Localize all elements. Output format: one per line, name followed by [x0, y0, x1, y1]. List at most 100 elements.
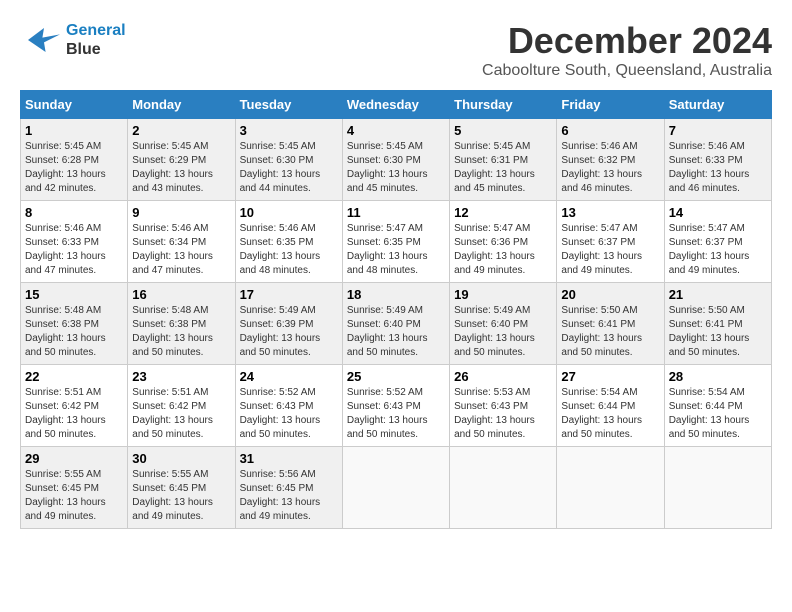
calendar-cell — [342, 447, 449, 529]
day-number: 13 — [561, 205, 659, 220]
day-number: 7 — [669, 123, 767, 138]
weekday-header: Saturday — [664, 91, 771, 119]
sunrise-label: Sunrise: 5:54 AM — [561, 387, 637, 398]
month-title: December 2024 — [482, 20, 772, 62]
sunrise-label: Sunrise: 5:47 AM — [669, 223, 745, 234]
day-info: Sunrise: 5:51 AM Sunset: 6:42 PM Dayligh… — [25, 386, 123, 442]
sunset-label: Sunset: 6:40 PM — [347, 319, 421, 330]
calendar-week-row: 22 Sunrise: 5:51 AM Sunset: 6:42 PM Dayl… — [21, 365, 772, 447]
location-title: Caboolture South, Queensland, Australia — [482, 62, 772, 80]
sunset-label: Sunset: 6:43 PM — [347, 401, 421, 412]
calendar-cell: 1 Sunrise: 5:45 AM Sunset: 6:28 PM Dayli… — [21, 119, 128, 201]
calendar-cell: 27 Sunrise: 5:54 AM Sunset: 6:44 PM Dayl… — [557, 365, 664, 447]
daylight-label: Daylight: 13 hours and 46 minutes. — [561, 169, 642, 194]
day-info: Sunrise: 5:47 AM Sunset: 6:35 PM Dayligh… — [347, 222, 445, 278]
day-info: Sunrise: 5:46 AM Sunset: 6:33 PM Dayligh… — [669, 140, 767, 196]
day-number: 24 — [240, 369, 338, 384]
day-info: Sunrise: 5:48 AM Sunset: 6:38 PM Dayligh… — [132, 304, 230, 360]
daylight-label: Daylight: 13 hours and 50 minutes. — [347, 333, 428, 358]
sunrise-label: Sunrise: 5:54 AM — [669, 387, 745, 398]
day-number: 17 — [240, 287, 338, 302]
logo-text: General Blue — [66, 21, 126, 59]
day-number: 27 — [561, 369, 659, 384]
sunrise-label: Sunrise: 5:46 AM — [669, 141, 745, 152]
sunrise-label: Sunrise: 5:51 AM — [25, 387, 101, 398]
daylight-label: Daylight: 13 hours and 49 minutes. — [132, 497, 213, 522]
daylight-label: Daylight: 13 hours and 50 minutes. — [240, 333, 321, 358]
day-number: 23 — [132, 369, 230, 384]
sunset-label: Sunset: 6:31 PM — [454, 155, 528, 166]
day-number: 21 — [669, 287, 767, 302]
weekday-row: SundayMondayTuesdayWednesdayThursdayFrid… — [21, 91, 772, 119]
daylight-label: Daylight: 13 hours and 50 minutes. — [347, 415, 428, 440]
calendar-week-row: 1 Sunrise: 5:45 AM Sunset: 6:28 PM Dayli… — [21, 119, 772, 201]
sunrise-label: Sunrise: 5:48 AM — [132, 305, 208, 316]
sunrise-label: Sunrise: 5:51 AM — [132, 387, 208, 398]
calendar-body: 1 Sunrise: 5:45 AM Sunset: 6:28 PM Dayli… — [21, 119, 772, 529]
sunrise-label: Sunrise: 5:46 AM — [561, 141, 637, 152]
calendar-cell: 23 Sunrise: 5:51 AM Sunset: 6:42 PM Dayl… — [128, 365, 235, 447]
day-number: 31 — [240, 451, 338, 466]
day-info: Sunrise: 5:47 AM Sunset: 6:36 PM Dayligh… — [454, 222, 552, 278]
day-number: 3 — [240, 123, 338, 138]
calendar-cell: 30 Sunrise: 5:55 AM Sunset: 6:45 PM Dayl… — [128, 447, 235, 529]
calendar-cell: 25 Sunrise: 5:52 AM Sunset: 6:43 PM Dayl… — [342, 365, 449, 447]
logo: General Blue — [20, 20, 126, 60]
sunset-label: Sunset: 6:38 PM — [25, 319, 99, 330]
day-number: 29 — [25, 451, 123, 466]
sunrise-label: Sunrise: 5:49 AM — [347, 305, 423, 316]
calendar-week-row: 29 Sunrise: 5:55 AM Sunset: 6:45 PM Dayl… — [21, 447, 772, 529]
sunrise-label: Sunrise: 5:45 AM — [25, 141, 101, 152]
day-info: Sunrise: 5:46 AM Sunset: 6:34 PM Dayligh… — [132, 222, 230, 278]
day-number: 11 — [347, 205, 445, 220]
day-info: Sunrise: 5:46 AM Sunset: 6:33 PM Dayligh… — [25, 222, 123, 278]
sunrise-label: Sunrise: 5:46 AM — [240, 223, 316, 234]
sunset-label: Sunset: 6:29 PM — [132, 155, 206, 166]
calendar-cell — [557, 447, 664, 529]
sunrise-label: Sunrise: 5:49 AM — [454, 305, 530, 316]
sunrise-label: Sunrise: 5:47 AM — [454, 223, 530, 234]
day-number: 16 — [132, 287, 230, 302]
page-header: General Blue December 2024 Caboolture So… — [20, 20, 772, 80]
day-number: 8 — [25, 205, 123, 220]
calendar-cell: 13 Sunrise: 5:47 AM Sunset: 6:37 PM Dayl… — [557, 201, 664, 283]
daylight-label: Daylight: 13 hours and 50 minutes. — [454, 333, 535, 358]
day-info: Sunrise: 5:55 AM Sunset: 6:45 PM Dayligh… — [132, 468, 230, 524]
daylight-label: Daylight: 13 hours and 49 minutes. — [25, 497, 106, 522]
day-info: Sunrise: 5:45 AM Sunset: 6:29 PM Dayligh… — [132, 140, 230, 196]
day-info: Sunrise: 5:52 AM Sunset: 6:43 PM Dayligh… — [347, 386, 445, 442]
sunset-label: Sunset: 6:45 PM — [240, 483, 314, 494]
weekday-header: Monday — [128, 91, 235, 119]
sunset-label: Sunset: 6:37 PM — [561, 237, 635, 248]
sunset-label: Sunset: 6:42 PM — [25, 401, 99, 412]
sunset-label: Sunset: 6:36 PM — [454, 237, 528, 248]
daylight-label: Daylight: 13 hours and 47 minutes. — [25, 251, 106, 276]
calendar-cell: 8 Sunrise: 5:46 AM Sunset: 6:33 PM Dayli… — [21, 201, 128, 283]
day-number: 1 — [25, 123, 123, 138]
daylight-label: Daylight: 13 hours and 43 minutes. — [132, 169, 213, 194]
calendar-cell: 19 Sunrise: 5:49 AM Sunset: 6:40 PM Dayl… — [450, 283, 557, 365]
day-number: 28 — [669, 369, 767, 384]
day-info: Sunrise: 5:45 AM Sunset: 6:28 PM Dayligh… — [25, 140, 123, 196]
day-number: 14 — [669, 205, 767, 220]
daylight-label: Daylight: 13 hours and 49 minutes. — [561, 251, 642, 276]
sunset-label: Sunset: 6:30 PM — [240, 155, 314, 166]
sunset-label: Sunset: 6:41 PM — [561, 319, 635, 330]
day-info: Sunrise: 5:45 AM Sunset: 6:31 PM Dayligh… — [454, 140, 552, 196]
sunset-label: Sunset: 6:37 PM — [669, 237, 743, 248]
day-info: Sunrise: 5:56 AM Sunset: 6:45 PM Dayligh… — [240, 468, 338, 524]
logo-line1: General — [66, 22, 126, 39]
day-number: 20 — [561, 287, 659, 302]
sunset-label: Sunset: 6:38 PM — [132, 319, 206, 330]
day-info: Sunrise: 5:50 AM Sunset: 6:41 PM Dayligh… — [669, 304, 767, 360]
calendar-cell: 21 Sunrise: 5:50 AM Sunset: 6:41 PM Dayl… — [664, 283, 771, 365]
daylight-label: Daylight: 13 hours and 49 minutes. — [454, 251, 535, 276]
day-info: Sunrise: 5:50 AM Sunset: 6:41 PM Dayligh… — [561, 304, 659, 360]
sunset-label: Sunset: 6:35 PM — [347, 237, 421, 248]
sunset-label: Sunset: 6:43 PM — [454, 401, 528, 412]
calendar-cell: 24 Sunrise: 5:52 AM Sunset: 6:43 PM Dayl… — [235, 365, 342, 447]
day-info: Sunrise: 5:53 AM Sunset: 6:43 PM Dayligh… — [454, 386, 552, 442]
sunset-label: Sunset: 6:45 PM — [132, 483, 206, 494]
sunrise-label: Sunrise: 5:48 AM — [25, 305, 101, 316]
sunset-label: Sunset: 6:35 PM — [240, 237, 314, 248]
